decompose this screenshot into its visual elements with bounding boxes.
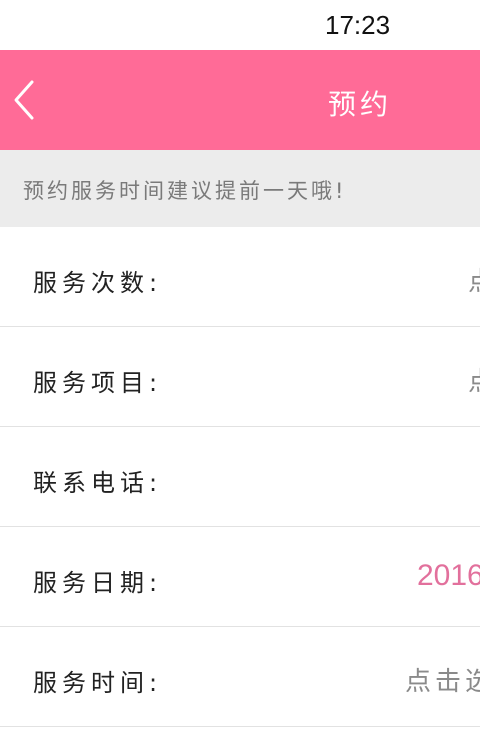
status-bar: 17:23 [0,0,480,50]
notice-text: 预约服务时间建议提前一天哦! [23,179,347,203]
contact-phone-row[interactable]: 联系电话: [0,427,480,527]
service-count-row[interactable]: 服务次数: 点 [0,227,480,327]
service-date-value[interactable]: 2016 [417,559,480,593]
chevron-left-icon [8,78,48,122]
status-time: 17:23 [325,10,391,40]
service-count-value[interactable]: 点 [468,261,480,298]
nav-bar: 预约 [0,50,480,150]
contact-phone-label: 联系电话: [33,469,163,497]
service-time-row[interactable]: 服务时间: 点击选 [0,627,480,727]
service-date-row[interactable]: 服务日期: 2016 [0,527,480,627]
service-item-label: 服务项目: [33,369,163,397]
service-date-label: 服务日期: [33,569,163,597]
service-time-label: 服务时间: [33,669,163,697]
back-button[interactable] [8,78,48,122]
booking-form: 服务次数: 点 服务项目: 点 联系电话: 服务日期: 2016 服务时间: 点… [0,227,480,727]
service-item-row[interactable]: 服务项目: 点 [0,327,480,427]
service-count-label: 服务次数: [33,269,163,297]
service-time-value[interactable]: 点击选 [405,661,480,698]
service-item-value[interactable]: 点 [468,361,480,398]
page-title: 预约 [328,88,393,121]
notice-banner: 预约服务时间建议提前一天哦! [0,150,480,227]
